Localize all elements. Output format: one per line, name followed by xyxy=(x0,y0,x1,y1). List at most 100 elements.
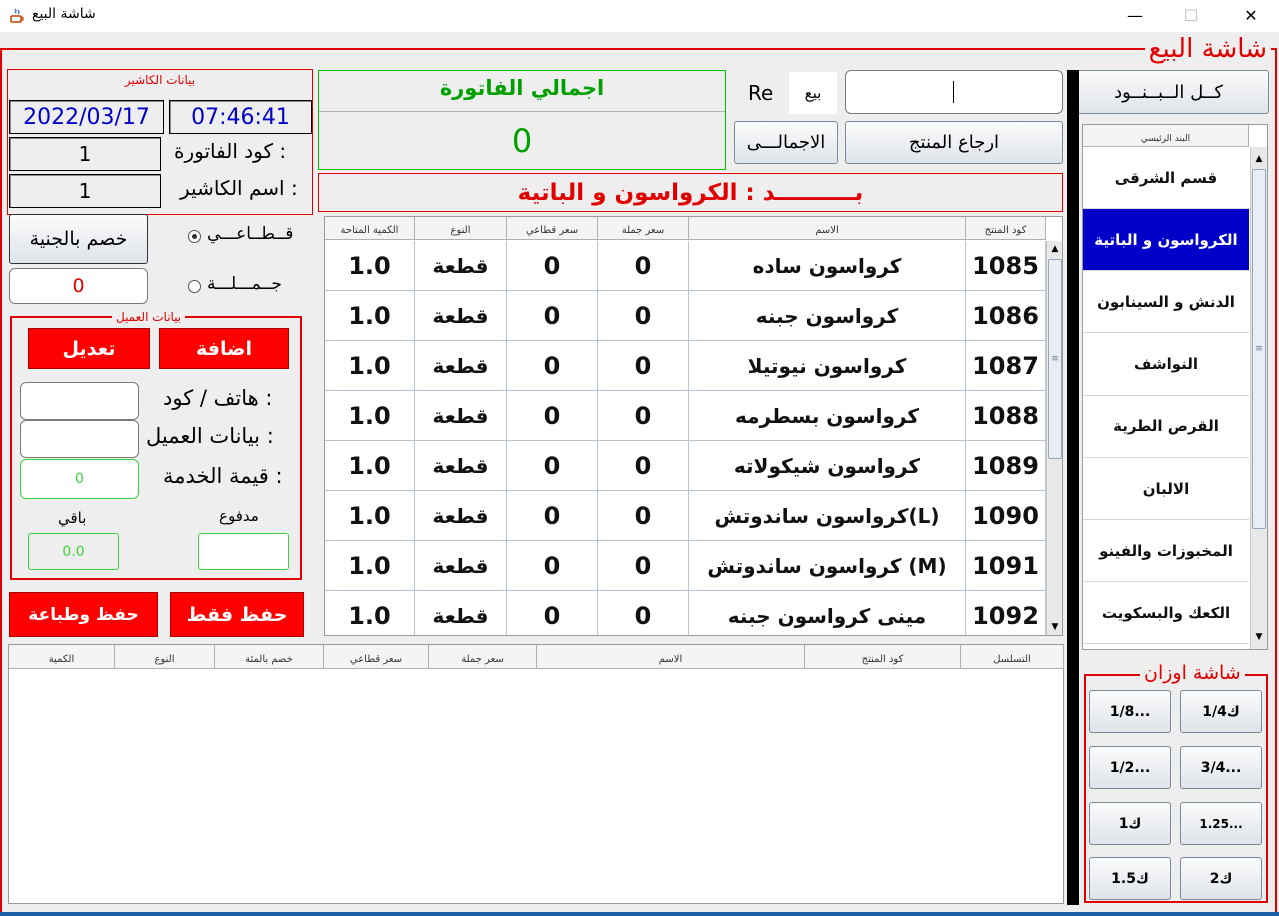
service-value-input[interactable]: 0 xyxy=(20,459,139,499)
cart-header-name[interactable]: الاسم xyxy=(537,645,805,669)
cell-code[interactable]: 1090 xyxy=(966,491,1046,541)
add-customer-button[interactable]: اضافة xyxy=(159,328,289,369)
cell-retail[interactable]: 0 xyxy=(507,491,598,541)
cart-header-serial[interactable]: التسلسل xyxy=(961,645,1064,669)
weight-half-button[interactable]: 1/2... xyxy=(1089,746,1171,789)
cat-scroll-down-icon[interactable]: ▼ xyxy=(1251,629,1267,645)
cell-qty[interactable]: 1.0 xyxy=(325,291,415,341)
cat-scroll-up-icon[interactable]: ▲ xyxy=(1251,151,1267,167)
phone-code-input[interactable] xyxy=(20,382,139,420)
cell-code[interactable]: 1088 xyxy=(966,391,1046,441)
edit-customer-button[interactable]: تعديل xyxy=(28,328,150,369)
cell-name[interactable]: كرواسون ساندوتش(L) xyxy=(689,491,966,541)
cell-type[interactable]: قطعة xyxy=(415,291,507,341)
categories-scrollbar[interactable]: ▲ ≡ ▼ xyxy=(1250,147,1267,649)
cell-qty[interactable]: 1.0 xyxy=(325,591,415,635)
cell-retail[interactable]: 0 xyxy=(507,441,598,491)
weight-2kg-button[interactable]: 2ك xyxy=(1180,857,1262,900)
barcode-search-input[interactable] xyxy=(845,70,1063,114)
cell-name[interactable]: كرواسون ساندوتش (M) xyxy=(689,541,966,591)
discount-pound-button[interactable]: خصم بالجنية xyxy=(9,214,148,264)
cell-name[interactable]: كرواسون جبنه xyxy=(689,291,966,341)
col-header-wholesale[interactable]: سعر جملة xyxy=(598,217,689,240)
col-header-retail[interactable]: سعر قطاعي xyxy=(507,217,598,240)
maximize-button[interactable]: ☐ xyxy=(1168,0,1214,30)
close-button[interactable]: ✕ xyxy=(1228,0,1274,30)
cell-type[interactable]: قطعة xyxy=(415,491,507,541)
cell-retail[interactable]: 0 xyxy=(507,241,598,291)
products-scrollbar[interactable]: ▲ ≡ ▼ xyxy=(1046,241,1062,635)
category-item[interactable]: النواشف xyxy=(1083,333,1249,396)
category-item[interactable]: الدنش و السينابون xyxy=(1083,271,1249,334)
col-header-code[interactable]: كود المنتج xyxy=(966,217,1046,240)
cell-name[interactable]: كرواسون بسطرمه xyxy=(689,391,966,441)
cell-type[interactable]: قطعة xyxy=(415,591,507,635)
cart-header-code[interactable]: كود المنتج xyxy=(805,645,961,669)
cell-type[interactable]: قطعة xyxy=(415,541,507,591)
return-product-button[interactable]: ارجاع المنتج xyxy=(845,121,1063,164)
cell-wholesale[interactable]: 0 xyxy=(598,241,689,291)
cell-type[interactable]: قطعة xyxy=(415,391,507,441)
weight-1-5kg-button[interactable]: 1.5ك xyxy=(1089,857,1171,900)
cell-qty[interactable]: 1.0 xyxy=(325,391,415,441)
total-button[interactable]: الاجمالـــى xyxy=(734,121,838,164)
paid-value-input[interactable] xyxy=(198,533,289,570)
cell-qty[interactable]: 1.0 xyxy=(325,441,415,491)
category-item[interactable]: قسم الشرقى xyxy=(1083,147,1249,209)
cell-wholesale[interactable]: 0 xyxy=(598,441,689,491)
cell-code[interactable]: 1087 xyxy=(966,341,1046,391)
category-item[interactable]: الكرواسون و الباتية xyxy=(1083,209,1249,272)
category-item[interactable]: الكعك والبسكويت xyxy=(1083,582,1249,645)
cell-wholesale[interactable]: 0 xyxy=(598,541,689,591)
weight-three-quarter-button[interactable]: 3/4... xyxy=(1180,746,1262,789)
cell-qty[interactable]: 1.0 xyxy=(325,541,415,591)
cell-wholesale[interactable]: 0 xyxy=(598,391,689,441)
col-header-name[interactable]: الاسم xyxy=(689,217,966,240)
weight-1-25-button[interactable]: 1.25... xyxy=(1180,802,1262,845)
cell-code[interactable]: 1086 xyxy=(966,291,1046,341)
retail-radio[interactable] xyxy=(188,230,201,243)
cell-type[interactable]: قطعة xyxy=(415,341,507,391)
cell-type[interactable]: قطعة xyxy=(415,441,507,491)
col-header-qty[interactable]: الكمية المتاحة xyxy=(325,217,415,240)
scroll-down-icon[interactable]: ▼ xyxy=(1047,619,1062,635)
cell-wholesale[interactable]: 0 xyxy=(598,491,689,541)
cart-table[interactable]: التسلسل كود المنتج الاسم سعر جملة سعر قط… xyxy=(8,644,1064,904)
cell-qty[interactable]: 1.0 xyxy=(325,241,415,291)
cell-type[interactable]: قطعة xyxy=(415,241,507,291)
products-table[interactable]: كود المنتج الاسم سعر جملة سعر قطاعي النو… xyxy=(324,216,1063,636)
category-item[interactable]: المخبوزات والفينو xyxy=(1083,520,1249,583)
cell-wholesale[interactable]: 0 xyxy=(598,341,689,391)
cell-code[interactable]: 1089 xyxy=(966,441,1046,491)
cell-name[interactable]: كرواسون نيوتيلا xyxy=(689,341,966,391)
cart-header-retail[interactable]: سعر قطاعي xyxy=(324,645,429,669)
save-print-button[interactable]: حفظ وطباعة xyxy=(9,592,158,637)
cell-name[interactable]: كرواسون شيكولاته xyxy=(689,441,966,491)
discount-value-input[interactable]: 0 xyxy=(9,268,148,304)
wholesale-radio[interactable] xyxy=(188,280,201,293)
sale-mode-indicator[interactable]: بيع xyxy=(789,72,837,114)
category-item[interactable]: القرص الطرية xyxy=(1083,395,1249,458)
customer-data-input[interactable] xyxy=(20,420,139,458)
weight-1kg-button[interactable]: 1ك xyxy=(1089,802,1171,845)
cell-qty[interactable]: 1.0 xyxy=(325,491,415,541)
scroll-up-icon[interactable]: ▲ xyxy=(1047,241,1062,257)
category-item[interactable]: الالبان xyxy=(1083,458,1249,520)
cell-code[interactable]: 1092 xyxy=(966,591,1046,635)
all-items-button[interactable]: كــل الــبــنــود xyxy=(1068,70,1269,114)
cell-name[interactable]: مينى كرواسون جبنه xyxy=(689,591,966,635)
cell-wholesale[interactable]: 0 xyxy=(598,291,689,341)
minimize-button[interactable]: — xyxy=(1112,0,1158,30)
scroll-thumb[interactable]: ≡ xyxy=(1048,259,1062,459)
cart-header-qty[interactable]: الكمية xyxy=(9,645,115,669)
cell-name[interactable]: كرواسون ساده xyxy=(689,241,966,291)
cell-retail[interactable]: 0 xyxy=(507,591,598,635)
cell-retail[interactable]: 0 xyxy=(507,391,598,441)
cat-scroll-thumb[interactable]: ≡ xyxy=(1252,169,1266,529)
cell-code[interactable]: 1091 xyxy=(966,541,1046,591)
save-only-button[interactable]: حفظ فقط xyxy=(170,592,304,637)
weight-quarter-kg-button[interactable]: 1/4ك xyxy=(1180,690,1262,733)
cell-wholesale[interactable]: 0 xyxy=(598,591,689,635)
cell-retail[interactable]: 0 xyxy=(507,291,598,341)
col-header-type[interactable]: النوع xyxy=(415,217,507,240)
